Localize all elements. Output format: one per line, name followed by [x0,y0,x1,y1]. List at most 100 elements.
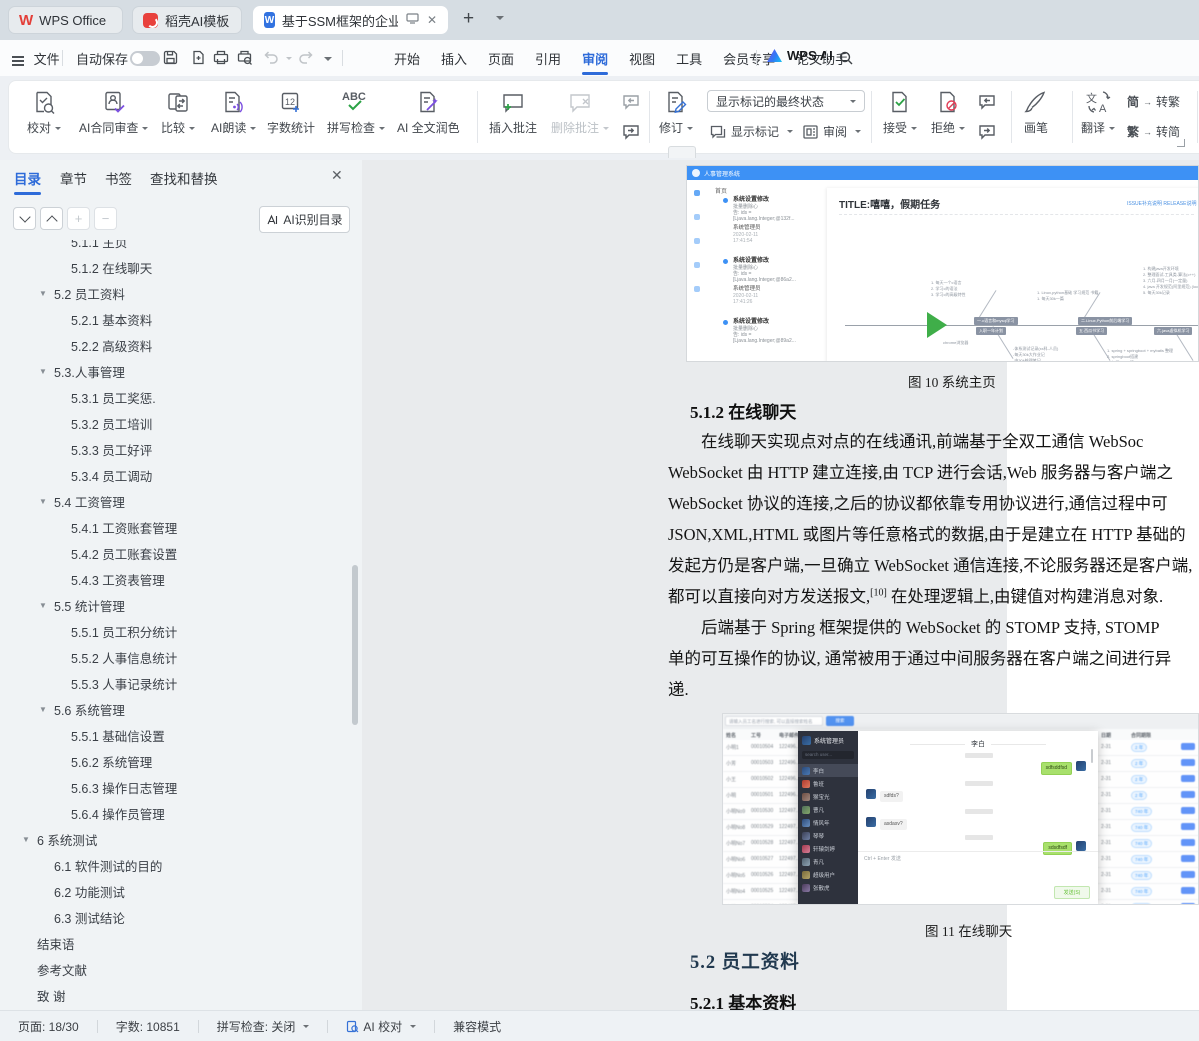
spell-check-button[interactable]: ABC 拼写检查 [327,89,385,136]
next-comment-icon[interactable] [621,123,641,146]
toc-item[interactable]: ▼ 5.6.4 操作员管理 [0,800,350,826]
close-tab-icon[interactable]: ✕ [427,13,437,27]
tab-list-caret-icon[interactable] [496,16,504,20]
collapse-triangle-icon[interactable]: ▼ [22,835,37,844]
insert-comment-button[interactable]: 插入批注 [489,89,537,136]
ink-brush-button[interactable]: 画笔 [1023,89,1049,136]
toc-item[interactable]: ▼ 结束语 [0,930,350,956]
undo-icon[interactable] [262,49,282,67]
simplified-to-traditional-button[interactable]: 简→ 转繁 [1127,93,1180,110]
autosave-toggle[interactable] [130,51,160,66]
sidebar-scrollbar[interactable] [352,565,358,725]
review-pane-button[interactable]: 审阅 [802,123,861,140]
traditional-to-simplified-button[interactable]: 繁→ 转简 [1127,123,1180,140]
toc-item[interactable]: ▼ 5.5.1 基础信设置 [0,722,350,748]
toc-item[interactable]: ▼ 5.6.3 操作日志管理 [0,774,350,800]
menu-tab[interactable]: 视图 [627,40,657,77]
toc-item[interactable]: ▼ 5.1.2 在线聊天 [0,254,350,280]
toc-item[interactable]: ▼ 5.3.4 员工调动 [0,462,350,488]
export-pdf-icon[interactable] [190,49,210,67]
show-markup-button[interactable]: 显示标记 [709,123,793,140]
toc-item[interactable]: ▼ 致 谢 [0,982,350,1008]
screen-share-icon[interactable] [406,13,419,27]
ai-detect-toc-button[interactable]: AI识别目录 [259,206,350,233]
reject-button[interactable]: 拒绝 [931,89,965,136]
toc-collapse-up-button[interactable] [40,207,63,230]
toc-item[interactable]: ▼ 6.1 软件测试的目的 [0,852,350,878]
menu-tab[interactable]: 插入 [439,40,469,77]
toc-item[interactable]: ▼ 5.4.2 员工账套设置 [0,540,350,566]
menu-tab[interactable]: 引用 [533,40,563,77]
toc-item[interactable]: ▼ 5.1.1 主页 [0,240,350,254]
toc-item[interactable]: ▼ 6.2 功能测试 [0,878,350,904]
tab-find-replace[interactable]: 查找和替换 [150,168,218,188]
toc-item[interactable]: ▼ 5.4 工资管理 [0,488,350,514]
collapse-triangle-icon[interactable]: ▼ [39,705,54,714]
markup-state-select[interactable]: 显示标记的最终状态 [707,90,865,112]
proofread-button[interactable]: 校对 [27,89,61,136]
search-icon[interactable] [838,50,858,68]
ai-contract-review-button[interactable]: AI合同审查 [79,89,148,136]
save-icon[interactable] [162,49,182,67]
tab-chapters[interactable]: 章节 [60,168,87,188]
next-change-icon[interactable] [977,123,997,146]
group-expand-icon[interactable] [1177,139,1185,147]
ai-polish-button[interactable]: AI 全文润色 [397,89,460,136]
toc-item[interactable]: ▼ 5.3.2 员工培训 [0,410,350,436]
toc-item[interactable]: ▼ 5.2 员工资料 [0,280,350,306]
page-indicator[interactable]: 页面: 18/30 [18,1018,79,1035]
toc-item[interactable]: ▼ 6.3 测试结论 [0,904,350,930]
close-pane-icon[interactable]: ✕ [331,167,343,184]
ruler-toggle[interactable] [668,146,696,158]
print-preview-icon[interactable] [236,49,256,67]
prev-comment-icon[interactable] [621,93,641,116]
file-menu[interactable]: 文件 [12,49,60,68]
menu-tab[interactable]: 审阅 [580,40,610,77]
accept-button[interactable]: 接受 [883,89,917,136]
toc-item[interactable]: ▼ 5.3.3 员工好评 [0,436,350,462]
toc-item[interactable]: ▼ 5.4.3 工资表管理 [0,566,350,592]
ai-read-aloud-button[interactable]: AI朗读 [211,89,256,136]
tab-docer-templates[interactable]: 稻壳AI模板 [132,6,242,34]
toc-item[interactable]: ▼ 参考文献 [0,956,350,982]
delete-comment-button[interactable]: 删除批注 [551,89,609,136]
toc-item[interactable]: ▼ 5.5.3 人事记录统计 [0,670,350,696]
toc-item[interactable]: ▼ 6 系统测试 [0,826,350,852]
menu-tab[interactable]: 工具 [674,40,704,77]
toc-item[interactable]: ▼ 5.6 系统管理 [0,696,350,722]
print-icon[interactable] [212,49,232,67]
new-tab-button[interactable]: + [463,8,474,30]
menu-tab[interactable]: 开始 [392,40,422,77]
track-changes-button[interactable]: 修订 [659,89,693,136]
prev-change-icon[interactable] [977,93,997,116]
toc-item[interactable]: ▼ 5.6.2 系统管理 [0,748,350,774]
word-count-indicator[interactable]: 字数: 10851 [116,1018,180,1035]
collapse-triangle-icon[interactable]: ▼ [39,497,54,506]
toc-item[interactable]: ▼ 5.5 统计管理 [0,592,350,618]
word-count-button[interactable]: 12 字数统计 [267,89,315,136]
toc-item[interactable]: ▼ 5.5.2 人事信息统计 [0,644,350,670]
toc-item[interactable]: ▼ 5.3.人事管理 [0,358,350,384]
toc-item[interactable]: ▼ 5.5.1 员工积分统计 [0,618,350,644]
tab-bookmarks[interactable]: 书签 [105,168,132,188]
ai-proof-status[interactable]: AI 校对 [346,1018,416,1035]
wps-ai-menu[interactable]: WPS AI [767,48,833,63]
toc-item[interactable]: ▼ 5.3.1 员工奖惩. [0,384,350,410]
history-caret-icon[interactable] [324,57,332,61]
toc-item[interactable]: ▼ 5.2.2 高级资料 [0,332,350,358]
compare-button[interactable]: 比较 [161,89,195,136]
tab-contents[interactable]: 目录 [14,168,41,188]
tab-document[interactable]: W 基于SSM框架的企业人事薪酬 ✕ [253,6,448,34]
tab-wps-office[interactable]: W WPS Office [8,6,123,34]
toc-zoom-in-button[interactable]: + [67,207,90,230]
spellcheck-status[interactable]: 拼写检查: 关闭 [217,1018,310,1035]
undo-caret-icon[interactable] [286,57,292,60]
toc-item[interactable]: ▼ 5.4.1 工资账套管理 [0,514,350,540]
menu-tab[interactable]: 页面 [486,40,516,77]
toc-item[interactable]: ▼ 5.2.1 基本资料 [0,306,350,332]
compat-mode-indicator[interactable]: 兼容模式 [453,1018,501,1035]
translate-button[interactable]: 文A 翻译 [1081,89,1115,136]
collapse-triangle-icon[interactable]: ▼ [39,367,54,376]
redo-icon[interactable] [298,49,318,67]
toc-expand-down-button[interactable] [13,207,36,230]
